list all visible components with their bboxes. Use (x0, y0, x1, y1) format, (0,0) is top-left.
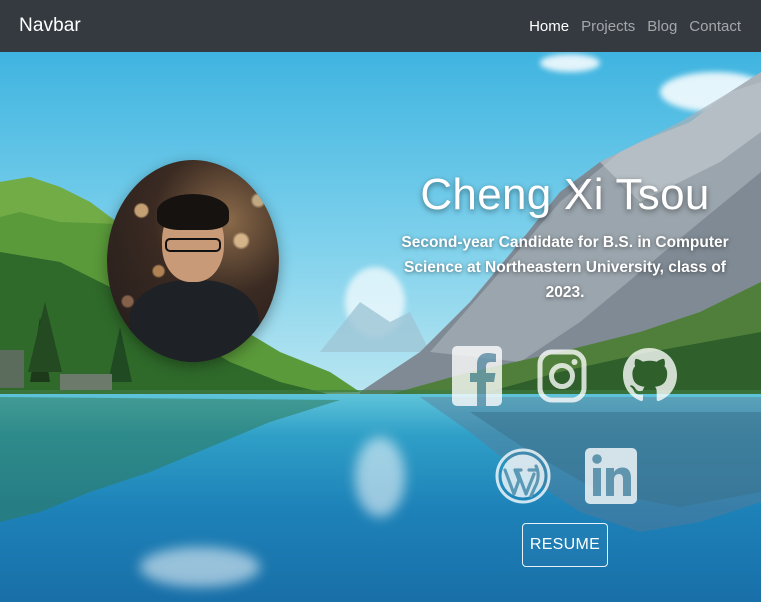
nav-link-home[interactable]: Home (523, 18, 575, 35)
facebook-icon[interactable] (452, 346, 502, 406)
avatar-glasses (165, 238, 221, 252)
nav-link-contact[interactable]: Contact (683, 18, 741, 35)
resume-button[interactable]: RESUME (522, 523, 608, 567)
hero-text: Cheng Xi Tsou Second-year Candidate for … (400, 170, 730, 305)
instagram-icon[interactable] (537, 346, 587, 406)
profile-name: Cheng Xi Tsou (420, 170, 710, 219)
nav-links: Home Projects Blog Contact (523, 18, 741, 35)
hero-section: Cheng Xi Tsou Second-year Candidate for … (0, 52, 761, 602)
navbar-brand[interactable]: Navbar (19, 15, 81, 37)
wordpress-icon[interactable] (495, 444, 551, 508)
profile-tagline: Second-year Candidate for B.S. in Comput… (401, 234, 729, 301)
navbar: Navbar Home Projects Blog Contact (0, 0, 761, 52)
avatar-hair (157, 194, 229, 230)
cloud-reflection (355, 437, 405, 517)
github-icon[interactable] (621, 344, 677, 408)
linkedin-icon[interactable] (585, 444, 637, 506)
nav-link-blog[interactable]: Blog (641, 18, 683, 35)
profile-photo (107, 160, 279, 362)
avatar-body (129, 280, 259, 362)
cloud-reflection (140, 547, 260, 587)
nav-link-projects[interactable]: Projects (575, 18, 641, 35)
